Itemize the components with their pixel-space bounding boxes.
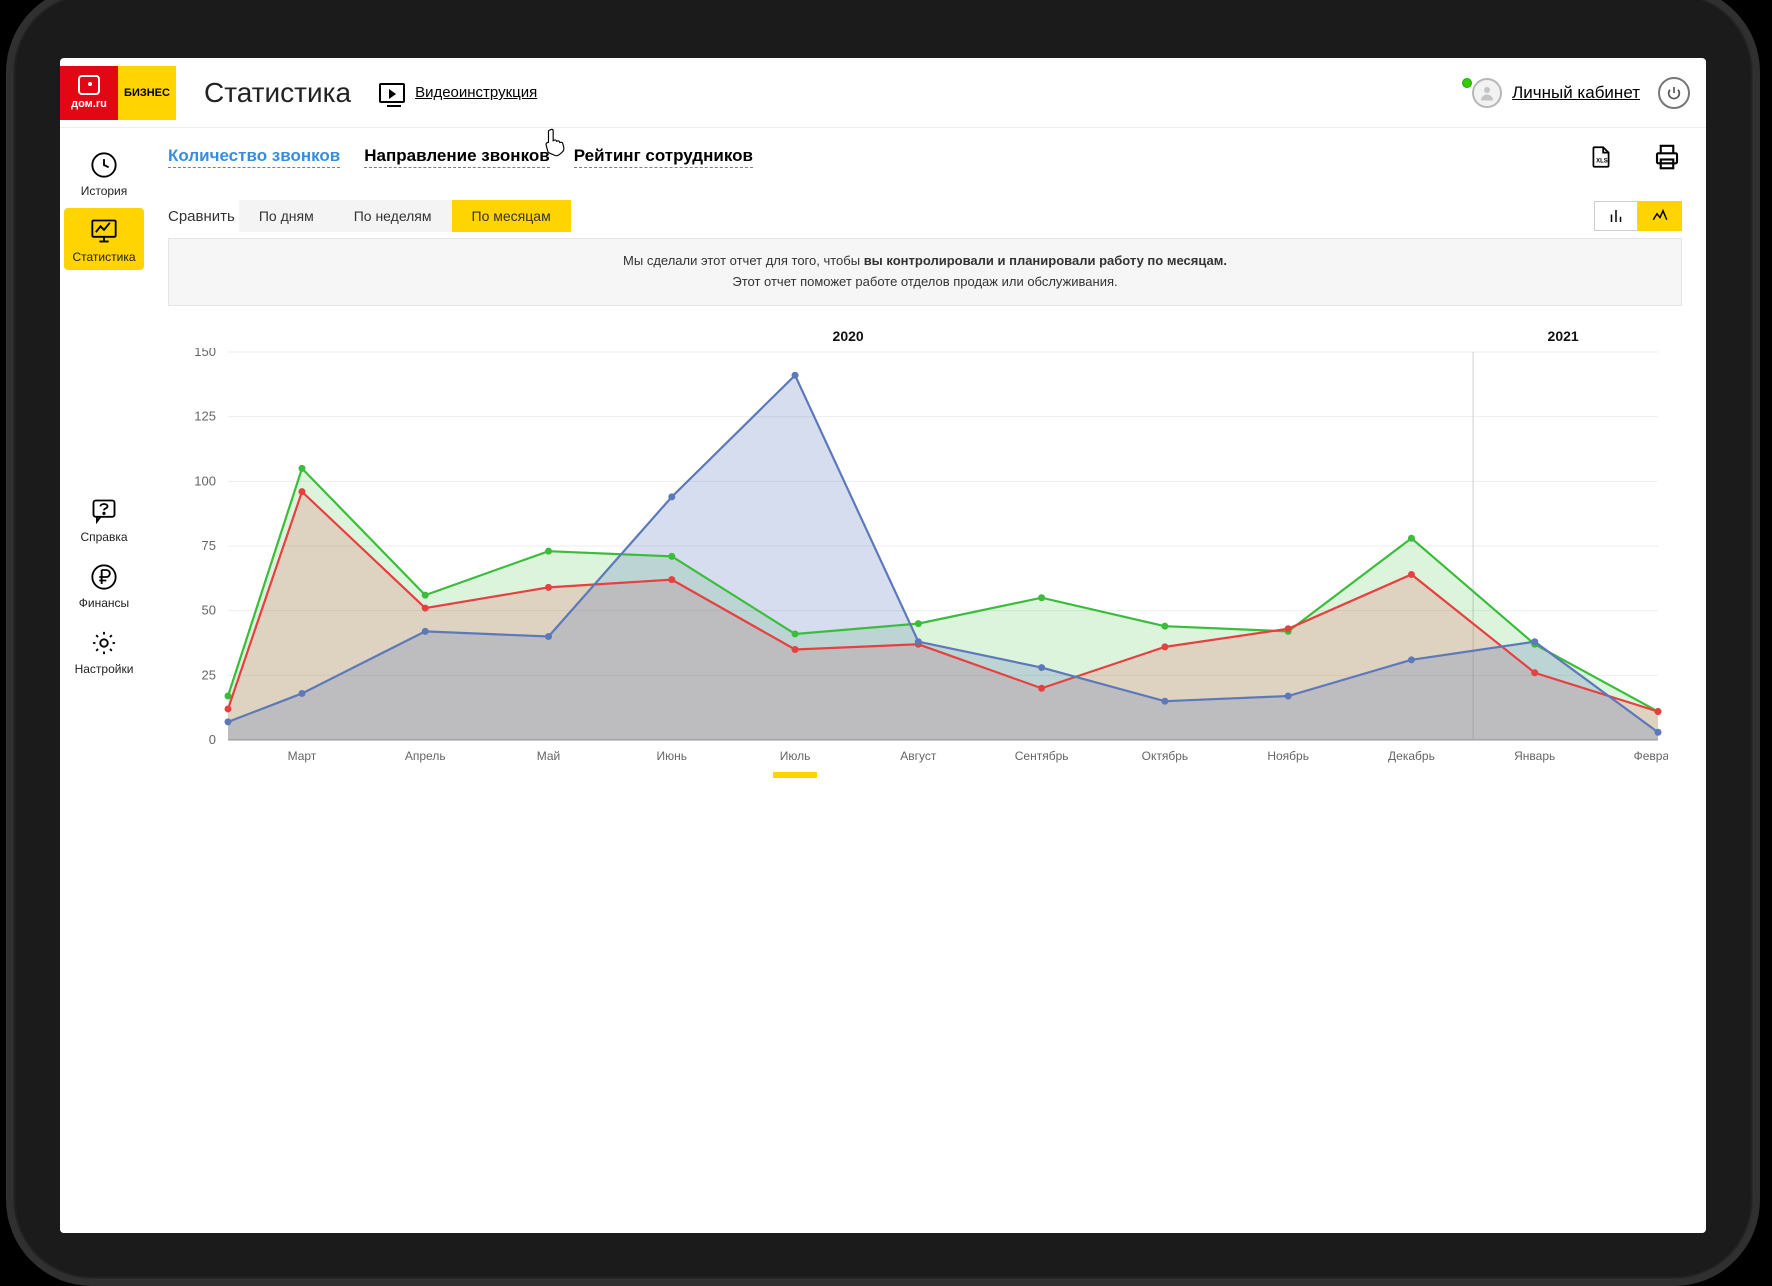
tab-calls-count[interactable]: Количество звонков	[168, 146, 340, 168]
svg-text:125: 125	[194, 408, 216, 423]
tablet-frame: дом.ru БИЗНЕС Статистика Видеоинструкция…	[6, 0, 1760, 1286]
segment-by-weeks[interactable]: По неделям	[334, 200, 452, 232]
ruble-icon	[89, 562, 119, 592]
video-instruction-label: Видеоинструкция	[415, 84, 537, 101]
brand-red-label: дом.ru	[71, 98, 107, 110]
avatar	[1472, 78, 1502, 108]
svg-text:Октябрь: Октябрь	[1142, 749, 1189, 763]
app-body: История Статистика Справка	[60, 128, 1706, 1233]
chart-container: 2020 2021 0 25 50 75 100 125 150 Март Апрель Май И…	[168, 328, 1682, 783]
svg-text:50: 50	[202, 602, 216, 617]
logout-button[interactable]	[1658, 77, 1690, 109]
chart-view-toggle	[1594, 201, 1682, 231]
calls-chart: 0 25 50 75 100 125 150 Март Апрель Май Июнь Июль Авг…	[168, 348, 1668, 778]
svg-text:25: 25	[202, 667, 216, 682]
segment-by-days[interactable]: По дням	[239, 200, 334, 232]
svg-text:Январь: Январь	[1514, 749, 1555, 763]
play-monitor-icon	[379, 83, 405, 103]
tab-calls-direction[interactable]: Направление звонков	[364, 146, 549, 168]
report-tabs: Количество звонков Направление звонков Р…	[168, 142, 1682, 172]
brand-logo-red: дом.ru	[60, 66, 118, 120]
svg-text:Август: Август	[900, 749, 937, 763]
app-header: дом.ru БИЗНЕС Статистика Видеоинструкция…	[60, 58, 1706, 128]
svg-text:0: 0	[209, 732, 216, 747]
brand-logo-yellow: БИЗНЕС	[118, 66, 176, 120]
sidebar-item-label: Финансы	[79, 596, 129, 610]
year-labels: 2020 2021	[168, 328, 1682, 348]
gear-icon	[89, 628, 119, 658]
clock-icon	[89, 150, 119, 180]
year-2020-label: 2020	[833, 328, 864, 344]
account-label: Личный кабинет	[1512, 83, 1640, 103]
tab-employee-rating[interactable]: Рейтинг сотрудников	[574, 146, 753, 168]
svg-text:Сентябрь: Сентябрь	[1015, 749, 1069, 763]
svg-text:100: 100	[194, 473, 216, 488]
sidebar-item-help[interactable]: Справка	[64, 488, 144, 550]
tablet-screen: дом.ru БИЗНЕС Статистика Видеоинструкция…	[60, 58, 1706, 1233]
svg-text:Июнь: Июнь	[657, 749, 688, 763]
export-xls-button[interactable]: XLS	[1586, 142, 1616, 172]
segment-by-months[interactable]: По месяцам	[452, 200, 571, 232]
sidebar-item-label: Статистика	[72, 250, 135, 264]
sidebar-item-stats[interactable]: Статистика	[64, 208, 144, 270]
svg-text:Ноябрь: Ноябрь	[1267, 749, 1309, 763]
help-icon	[89, 496, 119, 526]
svg-text:75: 75	[202, 538, 216, 553]
sidebar-item-label: Настройки	[75, 662, 134, 676]
year-2021-label: 2021	[1548, 328, 1579, 344]
brand-logo[interactable]: дом.ru БИЗНЕС	[60, 66, 176, 120]
sidebar: История Статистика Справка	[60, 128, 148, 1233]
svg-text:Июль: Июль	[780, 749, 811, 763]
sidebar-item-settings[interactable]: Настройки	[64, 620, 144, 682]
banner-line1b: вы контролировали и планировали работу п…	[864, 253, 1227, 268]
sidebar-item-label: Справка	[80, 530, 127, 544]
svg-text:Апрель: Апрель	[405, 749, 446, 763]
main-content: Количество звонков Направление звонков Р…	[148, 128, 1706, 1233]
svg-text:Февраль: Февраль	[1634, 749, 1668, 763]
print-button[interactable]	[1652, 142, 1682, 172]
compare-segmented: По дням По неделям По месяцам	[239, 200, 571, 232]
sidebar-item-history[interactable]: История	[64, 142, 144, 204]
banner-line1a: Мы сделали этот отчет для того, чтобы	[623, 253, 864, 268]
svg-text:XLS: XLS	[1596, 158, 1608, 164]
brand-yellow-label: БИЗНЕС	[124, 87, 170, 99]
svg-text:Март: Март	[288, 749, 317, 763]
chart-monitor-icon	[89, 216, 119, 246]
brand-red-icon	[78, 75, 100, 95]
online-status-icon	[1462, 78, 1472, 88]
view-line-button[interactable]	[1638, 201, 1682, 231]
svg-text:Декабрь: Декабрь	[1388, 749, 1435, 763]
sidebar-item-label: История	[81, 184, 128, 198]
info-banner: Мы сделали этот отчет для того, чтобы вы…	[168, 238, 1682, 306]
video-instruction-link[interactable]: Видеоинструкция	[379, 83, 537, 103]
compare-label: Сравнить	[168, 208, 235, 225]
compare-row: Сравнить По дням По неделям По месяцам	[168, 200, 1682, 232]
svg-text:Май: Май	[537, 749, 561, 763]
banner-line2: Этот отчет поможет работе отделов продаж…	[189, 272, 1661, 293]
view-bar-button[interactable]	[1594, 201, 1638, 231]
svg-text:150: 150	[194, 348, 216, 359]
account-link[interactable]: Личный кабинет	[1452, 78, 1640, 108]
sidebar-item-finance[interactable]: Финансы	[64, 554, 144, 616]
page-title: Статистика	[204, 77, 351, 109]
